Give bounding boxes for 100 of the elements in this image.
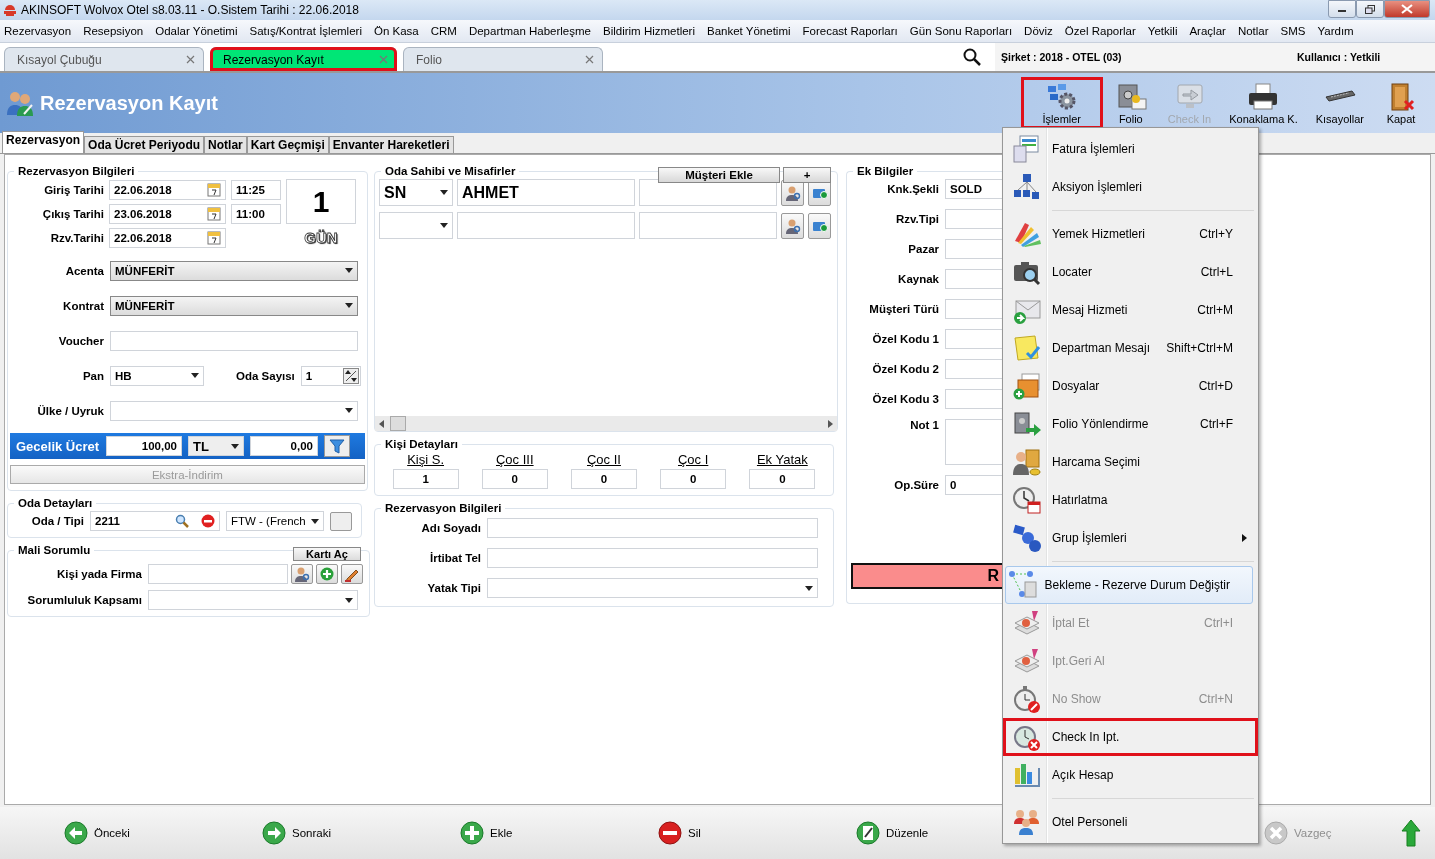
menu-item[interactable]: Forecast Raporları: [802, 25, 898, 37]
count-field[interactable]: 0: [481, 469, 548, 489]
context-menu-item[interactable]: Check In Ipt.: [1003, 718, 1258, 756]
room-type-dropdown[interactable]: FTW - (French: [226, 511, 324, 531]
small-button[interactable]: [330, 511, 352, 531]
context-menu-item[interactable]: Dosyalar Ctrl+D: [1005, 367, 1256, 405]
extra-rate-field[interactable]: 0,00: [250, 436, 318, 456]
minimize-button[interactable]: [1328, 0, 1356, 18]
form-tab[interactable]: Rezervasyon: [2, 131, 85, 153]
scroll-up-button[interactable]: [1401, 819, 1421, 847]
form-tab[interactable]: Notlar: [204, 136, 247, 153]
filter-button[interactable]: [324, 435, 350, 457]
dropdown-caret-icon: [805, 585, 813, 591]
context-menu-item[interactable]: Harcama Seçimi: [1005, 443, 1256, 481]
people-icon: [6, 90, 34, 116]
open-card-button[interactable]: Kartı Aç: [293, 547, 361, 561]
menu-item[interactable]: Yardım: [1317, 25, 1354, 37]
menu-item[interactable]: Araçlar: [1189, 25, 1226, 37]
document-tab[interactable]: Rezervasyon Kayıt: [210, 47, 397, 71]
field-label: Rzv.Tipi: [894, 213, 939, 225]
date-field[interactable]: 23.06.2018: [109, 203, 226, 224]
menu-item[interactable]: SMS: [1280, 25, 1306, 37]
menu-item[interactable]: Odalar Yönetimi: [155, 25, 238, 37]
context-menu-item[interactable]: Mesaj Hizmeti Ctrl+M: [1005, 291, 1256, 329]
close-button[interactable]: [1384, 0, 1430, 18]
context-menu-item[interactable]: Fatura İşlemleri: [1005, 130, 1256, 168]
count-field[interactable]: 1: [392, 469, 459, 489]
context-menu-item[interactable]: Otel Personeli: [1005, 803, 1256, 841]
menu-item[interactable]: Döviz: [1024, 25, 1053, 37]
menu-item[interactable]: Rezervasyon: [4, 25, 72, 37]
salutation-dropdown[interactable]: SN: [379, 179, 453, 206]
person-search-button[interactable]: [291, 564, 313, 584]
context-menu-item[interactable]: Hatırlatma: [1005, 481, 1256, 519]
toolbar-button[interactable]: Kapat: [1373, 77, 1429, 129]
menu-item[interactable]: Ön Kasa: [373, 25, 419, 37]
previous-button[interactable]: Önceki: [64, 821, 262, 845]
context-menu-item[interactable]: Yemek Hizmetleri Ctrl+Y: [1005, 215, 1256, 253]
guest-name-field[interactable]: AHMET: [457, 179, 635, 206]
context-menu-item[interactable]: Bekleme - Rezerve Durum Değiştir: [1005, 566, 1253, 604]
field-label: Özel Kodu 3: [871, 393, 939, 405]
country-dropdown[interactable]: [110, 400, 358, 421]
context-menu-item[interactable]: Departman Mesajı Shift+Ctrl+M: [1005, 329, 1256, 367]
menu-item[interactable]: Gün Sonu Raporları: [909, 25, 1013, 37]
person-icon: [784, 217, 801, 234]
delete-button[interactable]: Sil: [658, 821, 856, 845]
room-field[interactable]: 2211: [90, 511, 220, 531]
guest-extra-field[interactable]: [639, 212, 777, 239]
agency-dropdown[interactable]: MÜNFERİT: [110, 260, 358, 281]
document-tab[interactable]: Kısayol Çubuğu: [4, 47, 204, 71]
menu-item[interactable]: Resepsiyon: [83, 25, 144, 37]
scope-dropdown[interactable]: [148, 590, 358, 610]
menu-item[interactable]: Yetkili: [1147, 25, 1178, 37]
guest-name-field[interactable]: [457, 212, 635, 239]
plus-button[interactable]: +: [783, 167, 831, 183]
context-menu-item[interactable]: Aksiyon İşlemleri: [1005, 168, 1256, 206]
maximize-button[interactable]: [1356, 0, 1384, 18]
form-tab[interactable]: Envanter Hareketleri: [328, 136, 454, 153]
count-field[interactable]: 0: [749, 469, 816, 489]
person-search-button[interactable]: [781, 212, 804, 239]
menu-item[interactable]: Banket Yönetimi: [707, 25, 791, 37]
card-button[interactable]: [808, 212, 831, 239]
next-button[interactable]: Sonraki: [262, 821, 460, 845]
menu-item[interactable]: Departman Haberleşme: [468, 25, 591, 37]
edit-button[interactable]: [341, 564, 363, 584]
dropdown-field[interactable]: [487, 578, 818, 598]
add-button[interactable]: Ekle: [460, 821, 658, 845]
board-dropdown[interactable]: HB: [110, 365, 204, 386]
menu-item[interactable]: Satış/Kontrat İşlemleri: [249, 25, 362, 37]
rate-field[interactable]: 100,00: [106, 436, 182, 456]
count-field[interactable]: 0: [660, 469, 727, 489]
scroll-thumb[interactable]: [390, 416, 406, 431]
contract-dropdown[interactable]: MÜNFERİT: [110, 295, 358, 316]
context-menu-item[interactable]: Folio Yönlendirme Ctrl+F: [1005, 405, 1256, 443]
toolbar-button[interactable]: Kısayollar: [1306, 77, 1373, 129]
add-customer-button[interactable]: Müşteri Ekle: [658, 167, 780, 183]
form-tab[interactable]: Kart Geçmişi: [246, 136, 329, 153]
salutation-dropdown[interactable]: [379, 212, 453, 239]
voucher-field[interactable]: [110, 330, 358, 351]
time-field[interactable]: 11:25: [231, 179, 281, 200]
text-field[interactable]: [487, 548, 818, 568]
document-tab[interactable]: Folio: [403, 47, 603, 71]
menu-item[interactable]: CRM: [430, 25, 457, 37]
add-button[interactable]: [316, 564, 338, 584]
context-menu-item[interactable]: Grup İşlemleri: [1005, 519, 1256, 557]
form-tab[interactable]: Oda Ücret Periyodu: [84, 136, 205, 153]
date-field[interactable]: 22.06.2018: [109, 179, 226, 200]
menu-item[interactable]: Notlar: [1237, 25, 1269, 37]
window-title: AKINSOFT Wolvox Otel s8.03.11 - O.Sistem Tarihi : 22.06.2018: [21, 3, 359, 17]
date-field[interactable]: 22.06.2018: [109, 227, 226, 248]
horizontal-scrollbar[interactable]: [375, 416, 837, 431]
menu-item[interactable]: Özel Raporlar: [1064, 25, 1136, 37]
menu-item[interactable]: Bildirim Hizmetleri: [603, 25, 695, 37]
context-menu-item[interactable]: Açık Hesap: [1005, 756, 1256, 794]
time-field[interactable]: 11:00: [231, 203, 281, 224]
person-field[interactable]: [148, 564, 288, 584]
context-menu-item[interactable]: Locater Ctrl+L: [1005, 253, 1256, 291]
room-count-field[interactable]: 1: [300, 365, 361, 386]
count-field[interactable]: 0: [570, 469, 637, 489]
text-field[interactable]: [487, 518, 818, 538]
currency-dropdown[interactable]: TL: [188, 436, 244, 456]
